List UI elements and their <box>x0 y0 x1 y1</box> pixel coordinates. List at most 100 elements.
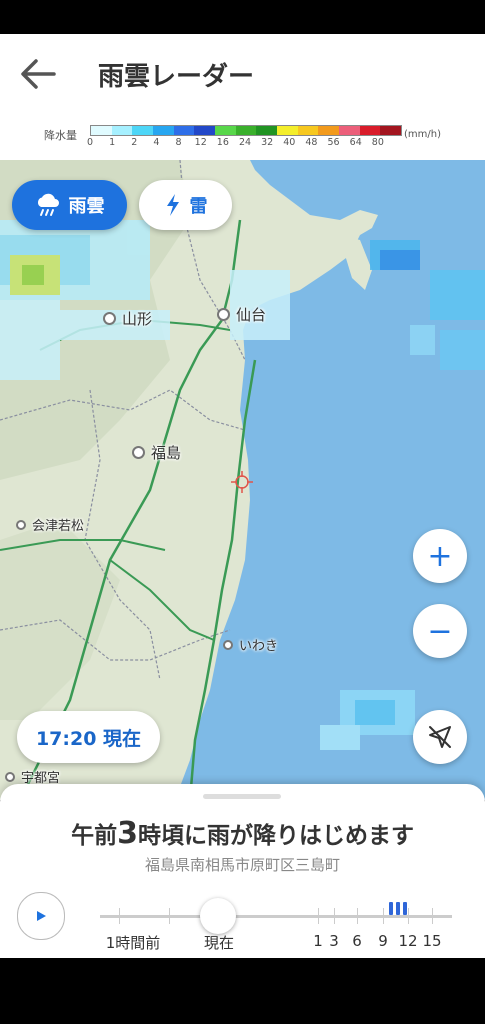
legend-color-swatch <box>256 126 278 135</box>
legend-tick-label: 56 <box>327 137 340 148</box>
city-label: 仙台 <box>236 306 267 324</box>
play-icon <box>37 911 46 921</box>
legend-tick-label: 24 <box>238 137 252 148</box>
legend-unit: (mm/h) <box>404 129 441 140</box>
legend-color-swatch <box>318 126 340 135</box>
forecast-address: 福島県南相馬市原町区三島町 <box>144 856 340 874</box>
rain-forecast-bar <box>396 902 400 915</box>
legend-color-swatch <box>215 126 236 135</box>
rain-layer-button[interactable]: 雨雲 <box>12 180 127 230</box>
rain-cloud-icon <box>37 193 59 216</box>
legend-tick-label: 1 <box>109 137 116 148</box>
forecast-message: 午前3時頃に雨が降りはじめます <box>0 816 485 851</box>
rain-forecast-bar <box>389 902 393 915</box>
legend-tick-label: 64 <box>349 137 362 148</box>
legend-color-swatch <box>153 126 174 135</box>
minus-icon: − <box>427 613 453 649</box>
timeline-slider-thumb[interactable] <box>200 898 236 934</box>
timeline-label: 3 <box>329 932 339 950</box>
legend-tick-label: 32 <box>261 137 274 148</box>
status-bar <box>0 0 485 34</box>
forecast-hour: 3 <box>117 816 138 851</box>
timeline-tick <box>432 908 433 924</box>
city-label: 福島 <box>151 444 182 462</box>
city-label: 会津若松 <box>32 519 85 534</box>
timeline-track[interactable] <box>100 915 452 918</box>
plus-icon: + <box>427 538 453 574</box>
drag-handle[interactable] <box>203 794 281 799</box>
timeline-label: 6 <box>352 932 362 950</box>
legend-label: 降水量 <box>44 129 77 142</box>
timeline-label: 12 <box>398 932 418 950</box>
city-dot <box>103 312 116 325</box>
city-dot <box>5 771 15 782</box>
legend-color-swatch <box>380 126 402 135</box>
thunder-layer-button[interactable]: 雷 <box>139 180 232 230</box>
city-marker-iwaki[interactable]: いわき <box>223 635 278 654</box>
rain-forecast-bar <box>403 902 407 915</box>
radar-map[interactable] <box>0 160 485 800</box>
legend-color-swatch <box>235 126 257 135</box>
back-arrow-icon[interactable] <box>18 56 58 92</box>
forecast-prefix: 午前 <box>71 823 118 849</box>
legend-tick-label: 80 <box>371 137 384 148</box>
legend-color-swatch <box>277 126 298 135</box>
city-marker-sendai[interactable]: 仙台 <box>217 304 266 325</box>
legend-color-swatch <box>91 126 112 135</box>
zoom-in-button[interactable]: + <box>413 529 467 583</box>
page-title: 雨雲レーダー <box>98 62 255 92</box>
legend-tick-label: 16 <box>216 137 229 148</box>
city-marker-aizuwakamatsu[interactable]: 会津若松 <box>16 515 84 534</box>
legend-color-swatch <box>339 126 360 135</box>
legend-tick-label: 4 <box>153 137 160 148</box>
legend-tick-label: 2 <box>131 137 138 148</box>
locate-button[interactable] <box>413 710 467 764</box>
legend-color-swatch <box>359 126 381 135</box>
city-dot <box>132 446 145 459</box>
legend-color-swatch <box>132 126 154 135</box>
city-marker-fukushima[interactable]: 福島 <box>132 442 181 463</box>
city-marker-yamagata[interactable]: 山形 <box>103 308 152 329</box>
timeline-tick <box>383 908 384 924</box>
location-off-icon <box>429 726 451 748</box>
forecast-sheet: 午前3時頃に雨が降りはじめます 福島県南相馬市原町区三島町 1時間前 現在 1 … <box>0 784 485 958</box>
lightning-icon <box>166 194 179 216</box>
city-label: いわき <box>239 639 279 654</box>
timeline-tick <box>169 908 170 924</box>
city-dot <box>223 639 233 650</box>
current-time-badge[interactable]: 17:20 現在 <box>17 711 160 763</box>
timeline-tick <box>334 908 335 924</box>
forecast-suffix: 時頃に雨が降りはじめます <box>137 823 414 849</box>
timeline-label: 9 <box>378 932 388 950</box>
map-canvas <box>0 160 485 800</box>
timeline-label: 1時間前 <box>105 934 161 952</box>
legend-color-scale <box>90 125 402 136</box>
legend-color-swatch <box>173 126 195 135</box>
timeline-label: 1 <box>313 932 323 950</box>
timeline-tick <box>408 908 409 924</box>
legend-ticks: 0 1 2 4 8 12 16 24 32 40 48 56 64 80 <box>86 137 406 151</box>
city-label: 山形 <box>122 310 153 328</box>
legend-tick-label: 8 <box>175 137 182 148</box>
legend-color-swatch <box>297 126 319 135</box>
app-header: 雨雲レーダー <box>0 34 485 115</box>
thunder-layer-label: 雷 <box>189 196 208 217</box>
timeline-tick <box>119 908 120 924</box>
timeline-tick <box>357 908 358 924</box>
legend-tick-label: 12 <box>194 137 207 148</box>
play-button[interactable] <box>17 892 65 940</box>
timeline-tick <box>318 908 319 924</box>
city-dot <box>16 519 26 530</box>
legend-color-swatch <box>194 126 216 135</box>
legend-tick-label: 40 <box>283 137 296 148</box>
legend-tick-label: 0 <box>86 137 94 148</box>
legend-tick-label: 48 <box>305 137 318 148</box>
city-dot <box>217 308 230 321</box>
precipitation-legend: 降水量 0 1 2 4 8 12 16 24 32 40 48 56 64 80 (mm/h) <box>0 114 485 161</box>
rain-layer-label: 雨雲 <box>68 196 105 217</box>
legend-color-swatch <box>111 126 133 135</box>
zoom-out-button[interactable]: − <box>413 604 467 658</box>
navigation-bar <box>0 958 485 1024</box>
timeline-label: 現在 <box>203 934 235 952</box>
timeline-label: 15 <box>422 932 442 950</box>
